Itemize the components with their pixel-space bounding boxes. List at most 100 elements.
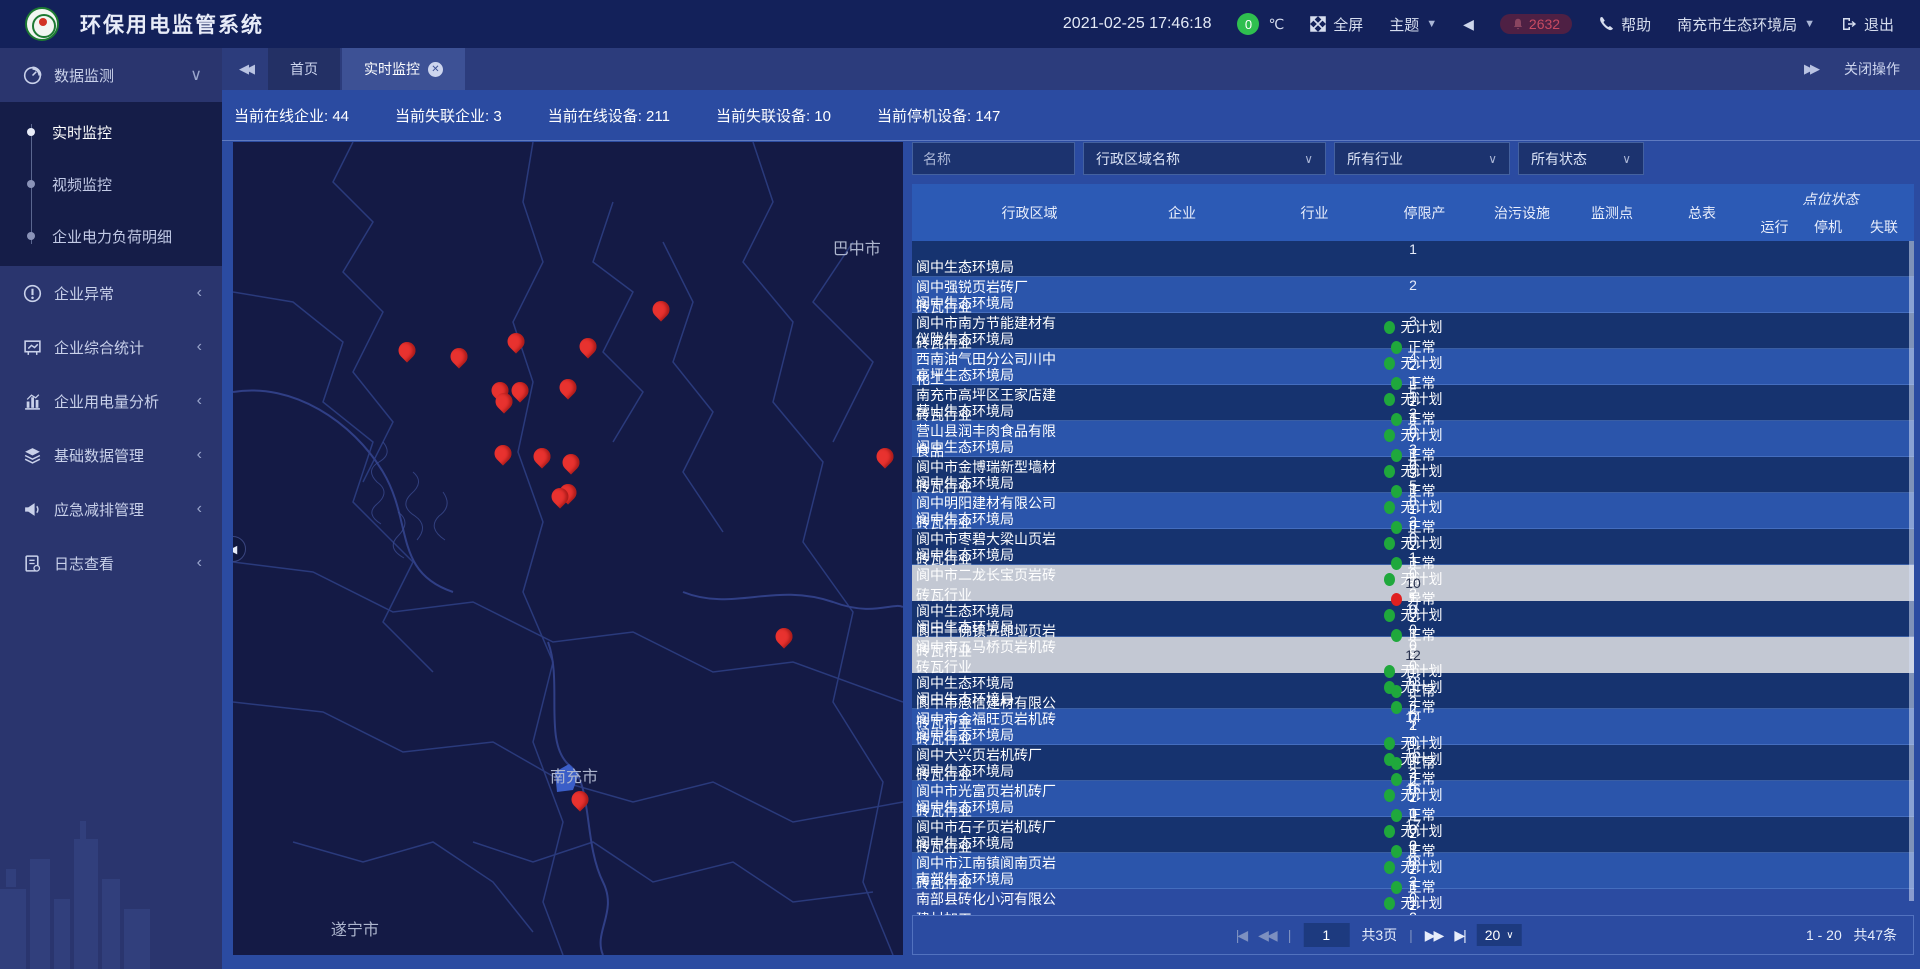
close-icon[interactable]: ✕ xyxy=(428,62,443,77)
speaker-icon: ◀ xyxy=(1463,16,1474,33)
stat-当前在线设备: 当前在线设备: 211 xyxy=(548,105,670,126)
table-row[interactable]: 10阆中生态环境局阆中千佛镇五郎垭页岩砖瓦行业无计划正常21003 xyxy=(912,565,1914,601)
sidebar-item-4[interactable]: 企业用电量分析‹ xyxy=(0,374,222,428)
sidebar-item-label: 日志查看 xyxy=(54,553,114,574)
sidebar-item-label: 数据监测 xyxy=(54,65,114,86)
organization-name: 南充市生态环境局 xyxy=(1677,14,1797,35)
header-datetime: 2021-02-25 17:46:18 xyxy=(1063,15,1212,33)
logout-button[interactable]: 退出 xyxy=(1841,14,1894,35)
cell-rownum: 4 xyxy=(912,349,1914,365)
cell-rownum: 12 xyxy=(912,637,1914,673)
status-dot-red xyxy=(1391,593,1402,606)
notification-badge[interactable]: 2632 xyxy=(1500,14,1572,34)
tabs-scroll-left-button[interactable]: ◀◀ xyxy=(222,48,268,90)
table-row[interactable]: 12阆中生态环境局阆中市忠信建材有限公砖瓦行业无计划正常21003 xyxy=(912,637,1914,673)
status-dot-green xyxy=(1384,357,1395,370)
name-search-input[interactable] xyxy=(912,142,1075,175)
logout-icon xyxy=(1841,16,1857,32)
cell-rownum: 11 xyxy=(912,601,1914,617)
status-dot-green xyxy=(1384,897,1395,910)
column-header-总表: 总表 xyxy=(1657,203,1747,223)
sidebar-item-5[interactable]: 基础数据管理‹ xyxy=(0,428,222,482)
tab-2[interactable]: 实时监控✕ xyxy=(342,48,465,90)
chevron-icon: ∨ xyxy=(190,65,202,85)
cell-rownum: 10 xyxy=(912,565,1914,601)
column-header-监测点: 监测点 xyxy=(1567,203,1657,223)
fullscreen-label: 全屏 xyxy=(1333,14,1363,35)
sidebar-item-label: 企业异常 xyxy=(54,283,114,304)
status-dot-green xyxy=(1391,449,1402,462)
data-panel: 行政区域名称 ∨ 所有行业 ∨ 所有状态 ∨ 行政区域企业行业停限产治污设施监测… xyxy=(912,142,1914,955)
total-count-label: 共47条 xyxy=(1853,927,1897,943)
alert-icon xyxy=(20,284,44,303)
status-dot-green xyxy=(1384,393,1395,406)
chevron-icon: ‹ xyxy=(197,554,202,572)
prev-page-button[interactable]: ◀◀ xyxy=(1258,927,1276,944)
status-dot-green xyxy=(1384,665,1395,678)
range-label: 1 - 20 xyxy=(1806,927,1842,943)
sidebar-subitem-label: 实时监控 xyxy=(52,122,112,143)
map-panel[interactable]: 巴中市南充市遂宁市 ◀ xyxy=(233,142,903,955)
tabbar: ◀◀ 首页 实时监控✕ ▶▶ 关闭操作 xyxy=(222,48,1920,90)
sidebar-submenu: 实时监控视频监控企业电力负荷明细 xyxy=(0,102,222,266)
bell-icon xyxy=(1512,18,1524,30)
page-number-input[interactable] xyxy=(1303,923,1349,947)
fullscreen-button[interactable]: 全屏 xyxy=(1310,14,1363,35)
sidebar-subitem[interactable]: 实时监控 xyxy=(0,106,222,158)
sidebar-item-3[interactable]: 企业综合统计‹ xyxy=(0,320,222,374)
region-select[interactable]: 行政区域名称 ∨ xyxy=(1083,142,1326,175)
pagination-summary: 1 - 20 共47条 xyxy=(1806,925,1913,945)
logout-label: 退出 xyxy=(1864,14,1894,35)
sidebar-item-label: 应急减排管理 xyxy=(54,499,144,520)
cell-rownum: 15 xyxy=(912,745,1914,761)
sidebar-item-1[interactable]: 数据监测 ∨ xyxy=(0,48,222,102)
megaphone-icon xyxy=(20,500,44,519)
pager-divider: | xyxy=(1409,927,1413,943)
last-page-button[interactable]: ▶| xyxy=(1454,927,1464,944)
stat-当前在线企业: 当前在线企业: 44 xyxy=(234,105,349,126)
column-header-企业: 企业 xyxy=(1107,203,1257,223)
chevron-down-icon: ∨ xyxy=(1506,930,1513,941)
page-size-select[interactable]: 20 ∨ xyxy=(1477,924,1522,946)
region-select-value: 行政区域名称 xyxy=(1096,149,1180,169)
organization-menu[interactable]: 南充市生态环境局 ▼ xyxy=(1677,14,1815,35)
table-row[interactable]: 2阆中生态环境局阆中市南方节能建材有砖瓦行业无计划正常21030 xyxy=(912,277,1914,313)
next-page-button[interactable]: ▶▶ xyxy=(1425,927,1443,944)
chevron-icon: ‹ xyxy=(197,392,202,410)
stat-当前停机设备: 当前停机设备: 147 xyxy=(877,105,1000,126)
status-dot-green xyxy=(1384,429,1395,442)
sidebar-subitem-label: 企业电力负荷明细 xyxy=(52,226,172,247)
status-dot-green xyxy=(1384,789,1395,802)
status-select[interactable]: 所有状态 ∨ xyxy=(1518,142,1644,175)
sound-toggle[interactable]: ◀ xyxy=(1463,16,1474,33)
table-row[interactable]: 1阆中生态环境局阆中强锐页岩砖厂砖瓦行业无计划正常21120 xyxy=(912,241,1914,277)
tabs-scroll-right-button[interactable]: ▶▶ xyxy=(1804,61,1816,77)
table-body: 1阆中生态环境局阆中强锐页岩砖厂砖瓦行业无计划正常211202阆中生态环境局阆中… xyxy=(912,241,1914,889)
sidebar-item-7[interactable]: 日志查看 ‹ xyxy=(0,536,222,590)
close-operations-button[interactable]: 关闭操作 xyxy=(1844,59,1900,79)
status-dot-green xyxy=(1391,629,1402,642)
industry-select[interactable]: 所有行业 ∨ xyxy=(1334,142,1510,175)
table-scrollbar[interactable] xyxy=(1909,241,1914,901)
status-dot-green xyxy=(1384,825,1395,838)
help-button[interactable]: 帮助 xyxy=(1598,14,1651,35)
cell-rownum: 9 xyxy=(912,529,1914,545)
tab-label: 首页 xyxy=(290,59,318,79)
status-dot-green xyxy=(1384,681,1395,694)
cell-rownum: 14 xyxy=(912,709,1914,725)
tab-1[interactable]: 首页 xyxy=(268,48,340,90)
first-page-button[interactable]: |◀ xyxy=(1236,927,1246,944)
chevron-down-icon: ∨ xyxy=(1488,152,1497,166)
tabs: 首页 实时监控✕ xyxy=(268,48,467,90)
column-header-行政区域: 行政区域 xyxy=(952,203,1107,223)
sidebar-item-6[interactable]: 应急减排管理‹ xyxy=(0,482,222,536)
status-dot-green xyxy=(1384,465,1395,478)
column-header-行业: 行业 xyxy=(1257,203,1372,223)
sidebar-item-2[interactable]: 企业异常‹ xyxy=(0,266,222,320)
sidebar-subitem[interactable]: 视频监控 xyxy=(0,158,222,210)
stats-icon xyxy=(20,338,44,357)
stats-bar: 当前在线企业: 44当前失联企业: 3当前在线设备: 211当前失联设备: 10… xyxy=(222,90,1920,141)
status-dot-green xyxy=(1391,557,1402,570)
sidebar-subitem[interactable]: 企业电力负荷明细 xyxy=(0,210,222,262)
theme-menu[interactable]: 主题 ▼ xyxy=(1389,14,1437,35)
